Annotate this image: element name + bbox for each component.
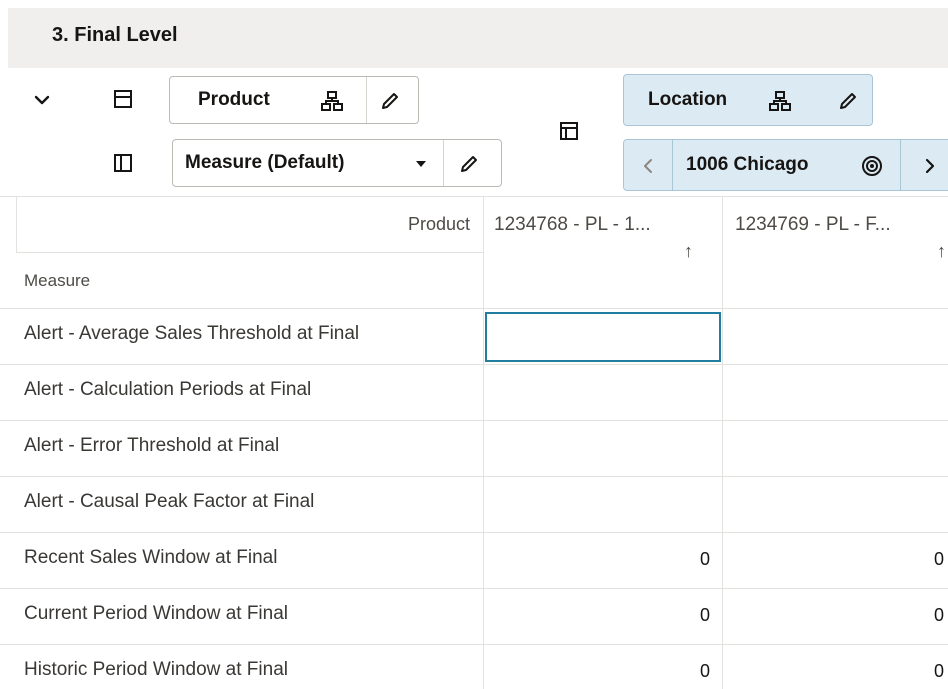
location-dimension-label: Location — [648, 89, 728, 110]
column-header[interactable]: 1234769 - PL - F... ↑ — [723, 197, 948, 307]
location-dimension-chip[interactable]: Location — [623, 74, 873, 126]
pencil-icon[interactable] — [836, 89, 860, 113]
selected-cell[interactable] — [485, 312, 721, 362]
hierarchy-icon[interactable] — [768, 89, 792, 113]
section-title: 3. Final Level — [52, 24, 178, 46]
row-header[interactable]: Alert - Calculation Periods at Final — [24, 379, 311, 401]
row-header[interactable]: Historic Period Window at Final — [24, 659, 288, 681]
corner-product-label: Product — [407, 214, 470, 234]
sort-ascending-icon[interactable]: ↑ — [937, 241, 946, 262]
data-cell[interactable]: 0 — [934, 605, 944, 626]
data-cell[interactable]: 0 — [934, 661, 944, 682]
row-header[interactable]: Alert - Causal Peak Factor at Final — [24, 491, 314, 513]
data-cell[interactable]: 0 — [700, 549, 710, 570]
chevron-left-icon[interactable] — [638, 156, 658, 176]
caret-down-icon[interactable] — [411, 154, 431, 174]
data-cell[interactable]: 0 — [700, 605, 710, 626]
corner-measure-label: Measure — [24, 271, 91, 290]
pencil-icon[interactable] — [457, 152, 481, 176]
measure-dimension-label: Measure (Default) — [185, 152, 345, 173]
target-icon[interactable] — [860, 154, 884, 178]
column-header[interactable]: 1234768 - PL - 1... ↑ — [484, 197, 722, 307]
layout-rows-icon[interactable] — [110, 86, 136, 112]
product-dimension-chip[interactable]: Product — [169, 76, 419, 124]
product-dimension-label: Product — [198, 89, 270, 110]
location-page-value: 1006 Chicago — [686, 154, 809, 175]
location-page-selector[interactable]: 1006 Chicago — [623, 139, 948, 191]
chevron-right-icon[interactable] — [920, 156, 940, 176]
sort-ascending-icon[interactable]: ↑ — [684, 241, 693, 262]
row-header[interactable]: Alert - Average Sales Threshold at Final — [24, 323, 359, 345]
column-header-label: 1234768 - PL - 1... — [494, 214, 651, 235]
data-cell[interactable]: 0 — [700, 661, 710, 682]
hierarchy-icon[interactable] — [320, 89, 344, 113]
measure-dimension-chip[interactable]: Measure (Default) — [172, 139, 502, 187]
data-cell[interactable]: 0 — [934, 549, 944, 570]
pencil-icon[interactable] — [378, 89, 402, 113]
row-header[interactable]: Recent Sales Window at Final — [24, 547, 277, 569]
pivot-icon[interactable] — [556, 118, 582, 144]
chevron-down-icon[interactable] — [30, 88, 54, 112]
row-header[interactable]: Alert - Error Threshold at Final — [24, 435, 279, 457]
layout-columns-icon[interactable] — [110, 150, 136, 176]
column-header-label: 1234769 - PL - F... — [735, 214, 891, 235]
row-header[interactable]: Current Period Window at Final — [24, 603, 288, 625]
